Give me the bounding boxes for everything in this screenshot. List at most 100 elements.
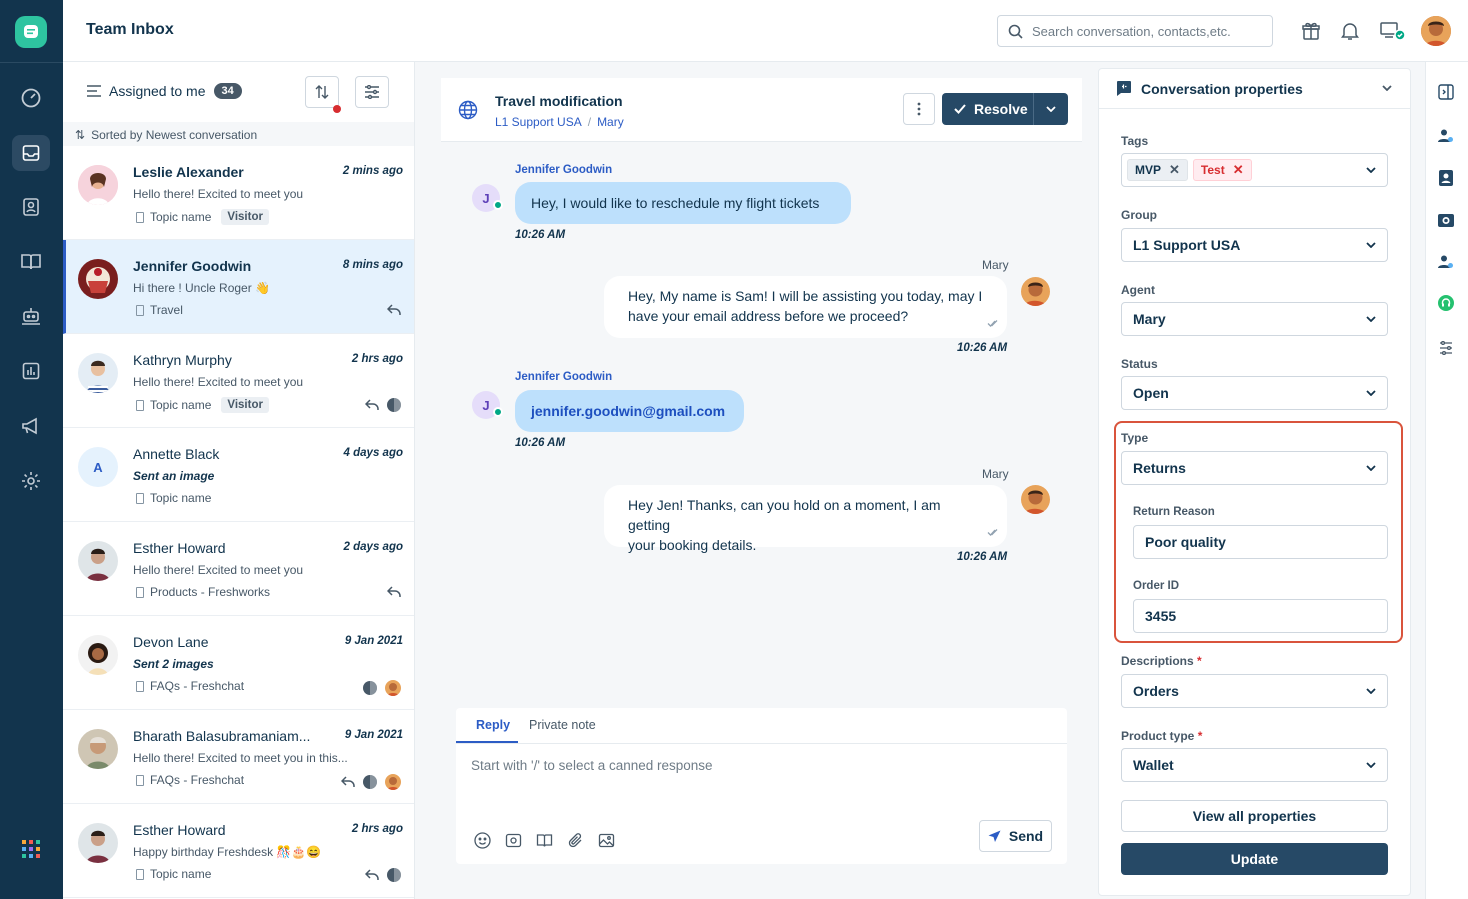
notification-bell-icon[interactable] [1339, 20, 1361, 42]
descriptions-label: Descriptions * [1121, 654, 1202, 668]
gift-icon[interactable] [1300, 20, 1322, 42]
related-contacts-icon[interactable] [1436, 252, 1456, 272]
conversation-time: 9 Jan 2021 [344, 729, 403, 741]
topic-icon [136, 868, 144, 880]
reply-arrow-icon [387, 304, 401, 316]
conversation-item[interactable]: Leslie Alexander 2 mins ago Hello there!… [63, 146, 414, 240]
availability-status-icon[interactable] [1379, 20, 1407, 42]
update-button[interactable]: Update [1121, 843, 1388, 875]
bots-icon[interactable] [12, 298, 50, 334]
product-type-select[interactable]: Wallet [1121, 748, 1388, 782]
group-value: L1 Support USA [1133, 237, 1241, 253]
contact-name: Leslie Alexander [133, 164, 244, 180]
message-sender: Mary [982, 467, 1009, 481]
more-options-button[interactable] [903, 93, 935, 125]
right-sidebar-rail [1425, 62, 1468, 899]
message-bubble-incoming: Hey, I would like to reschedule my fligh… [515, 182, 851, 224]
reply-editor: Reply Private note Send [456, 708, 1067, 864]
status-select[interactable]: Open [1121, 376, 1388, 410]
dropdown-chevron-icon [1366, 465, 1376, 471]
order-id-field[interactable] [1133, 599, 1388, 633]
reply-arrow-icon [341, 776, 355, 788]
agent-avatar [1021, 277, 1050, 306]
return-reason-field[interactable] [1133, 525, 1388, 559]
freshchat-logo-icon[interactable] [15, 16, 47, 48]
type-select[interactable]: Returns [1121, 451, 1388, 485]
message-sender: Mary [982, 258, 1009, 272]
tab-private-note[interactable]: Private note [529, 718, 596, 732]
reports-icon[interactable] [12, 353, 50, 389]
collapse-chevron-icon[interactable] [1382, 85, 1392, 91]
message-sender: Jennifer Goodwin [515, 371, 613, 383]
status-value: Open [1133, 385, 1169, 401]
search-input[interactable] [1032, 22, 1262, 40]
attachment-paperclip-icon[interactable] [567, 832, 584, 849]
user-avatar[interactable] [1421, 16, 1451, 46]
sort-button[interactable] [305, 76, 341, 113]
descriptions-select[interactable]: Orders [1121, 674, 1388, 708]
inbox-icon[interactable] [12, 135, 50, 171]
contact-card-icon[interactable] [1436, 168, 1456, 188]
conversation-item[interactable]: Kathryn Murphy 2 hrs ago Hello there! Ex… [63, 334, 414, 428]
conversation-item[interactable]: Esther Howard 2 days ago Hello there! Ex… [63, 522, 414, 616]
knowledge-base-icon[interactable] [12, 244, 50, 280]
agent-select[interactable]: Mary [1121, 302, 1388, 336]
group-select[interactable]: L1 Support USA [1121, 228, 1388, 262]
resolve-button[interactable]: Resolve [942, 93, 1068, 125]
chat-header: Travel modification L1 Support USA / Mar… [441, 78, 1082, 142]
breadcrumb-agent-link[interactable]: Mary [597, 115, 624, 129]
dashboard-icon[interactable] [12, 80, 50, 116]
canned-response-icon[interactable] [505, 832, 522, 849]
message-sender: Jennifer Goodwin [515, 164, 613, 176]
message-preview: Hello there! Excited to meet you [133, 563, 304, 577]
remove-tag-icon[interactable]: ✕ [1233, 162, 1244, 178]
emoji-icon[interactable] [474, 832, 491, 849]
search-box[interactable] [997, 15, 1273, 47]
conversation-item[interactable]: Esther Howard 2 hrs ago Happy birthday F… [63, 804, 414, 898]
conversation-list-panel: Assigned to me 34 ⇅ Sorted by Newest conv… [63, 62, 415, 899]
topic-icon [136, 399, 144, 411]
chat-panel: Travel modification L1 Support USA / Mar… [441, 78, 1082, 880]
globe-icon [458, 100, 478, 120]
tab-reply[interactable]: Reply [476, 718, 510, 732]
group-label: Group [1121, 208, 1157, 222]
image-upload-icon[interactable] [598, 832, 615, 849]
assigned-filter[interactable]: Assigned to me 34 [87, 83, 242, 99]
resolve-dropdown-toggle[interactable] [1034, 93, 1068, 125]
filter-settings-button[interactable] [355, 76, 389, 108]
conversation-time: 8 mins ago [342, 259, 403, 271]
tag-chip: Test ✕ [1192, 159, 1252, 181]
conversation-item[interactable]: Devon Lane 9 Jan 2021 Sent 2 images FAQs… [63, 616, 414, 710]
email-message-bubble[interactable]: jennifer.goodwin@gmail.com [515, 390, 744, 432]
view-all-properties-button[interactable]: View all properties [1121, 800, 1388, 832]
collapse-panel-icon[interactable] [1436, 82, 1456, 102]
send-button[interactable]: Send [979, 820, 1052, 852]
freshdesk-app-icon[interactable] [1436, 293, 1456, 313]
contact-name: Bharath Balasubramaniam... [133, 728, 311, 744]
contacts-icon[interactable] [12, 189, 50, 225]
contact-details-icon[interactable] [1436, 126, 1456, 146]
message-line: Hey, My name is Sam! I will be assisting… [628, 288, 983, 304]
campaigns-icon[interactable] [12, 408, 50, 444]
message-bubble-outgoing: Hey Jen! Thanks, can you hold on a momen… [604, 485, 1007, 553]
pending-clock-icon [363, 775, 377, 789]
settings-gear-icon[interactable] [12, 463, 50, 499]
pending-clock-icon [387, 398, 401, 412]
message-preview: Hello there! Excited to meet you in this… [133, 751, 348, 765]
conversation-item-active[interactable]: Jennifer Goodwin 8 mins ago Hi there ! U… [63, 240, 414, 334]
dropdown-chevron-icon [1366, 762, 1376, 768]
knowledge-base-icon[interactable] [536, 832, 553, 849]
conversation-item[interactable]: Bharath Balasubramaniam... 9 Jan 2021 He… [63, 710, 414, 804]
filter-sliders-icon[interactable] [1436, 338, 1456, 358]
required-asterisk: * [1197, 729, 1203, 743]
contact-name: Esther Howard [133, 822, 226, 838]
timeline-icon[interactable] [1436, 210, 1456, 230]
conversation-time: 4 days ago [343, 447, 403, 459]
remove-tag-icon[interactable]: ✕ [1169, 162, 1180, 178]
message-preview: Sent 2 images [133, 657, 214, 671]
conversation-item[interactable]: A Annette Black 4 days ago Sent an image… [63, 428, 414, 522]
breadcrumb-group-link[interactable]: L1 Support USA [495, 115, 582, 129]
app-switcher-grid-icon[interactable] [22, 840, 40, 858]
reply-textarea[interactable] [471, 758, 1051, 798]
tags-multiselect[interactable]: MVP ✕ Test ✕ [1121, 153, 1388, 187]
